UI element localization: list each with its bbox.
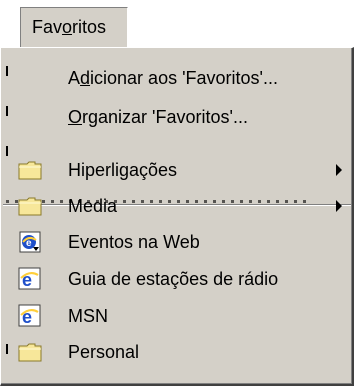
label-part: rganizar 'Favoritos'... xyxy=(82,107,248,127)
organize-favorites-label: Organizar 'Favoritos'... xyxy=(68,99,248,135)
menu-item-media[interactable]: Media xyxy=(1,188,351,224)
menu-item-label: Personal xyxy=(68,342,140,362)
internet-explorer-icon: e xyxy=(18,304,41,327)
label-part: A xyxy=(68,68,81,88)
organize-favorites-item[interactable]: Organizar 'Favoritos'... xyxy=(1,99,351,135)
submenu-arrow-icon xyxy=(336,200,342,212)
internet-explorer-icon: e xyxy=(18,267,41,290)
menu-item-msn[interactable]: e MSN xyxy=(1,298,351,334)
menu-item-label: Media xyxy=(68,196,118,216)
folder-icon xyxy=(18,161,42,180)
menu-item-guia-estacoes-radio[interactable]: e Guia de estações de rádio xyxy=(1,261,351,297)
menu-item-label: MSN xyxy=(68,306,108,326)
menu-item-label: Guia de estações de rádio xyxy=(68,269,279,289)
submenu-arrow-icon xyxy=(336,164,342,176)
folder-icon xyxy=(18,197,42,216)
menubar: Favoritos xyxy=(0,0,358,48)
menu-item-label: Hiperligações xyxy=(68,160,178,180)
accelerator: d xyxy=(80,68,91,88)
menu-item-eventos-na-web[interactable]: e Eventos na Web xyxy=(1,224,351,260)
add-to-favorites-item[interactable]: Adicionar aos 'Favoritos'... xyxy=(1,60,351,96)
favorites-menu-accelerator: o xyxy=(62,17,73,37)
label-part: icionar aos 'Favoritos'... xyxy=(90,68,278,88)
svg-text:e: e xyxy=(26,238,32,249)
internet-shortcut-icon: e xyxy=(19,231,41,253)
menu-item-hiperligacoes[interactable]: Hiperligações xyxy=(1,152,351,188)
favorites-dropdown: Adicionar aos 'Favoritos'... Organizar '… xyxy=(0,47,354,386)
favorites-menu-label-part: Fav xyxy=(32,17,63,37)
menu-item-label: Eventos na Web xyxy=(68,232,200,252)
favorites-menu[interactable]: Favoritos xyxy=(20,7,128,47)
folder-icon xyxy=(18,343,42,362)
menu-item-personal[interactable]: Personal xyxy=(1,334,351,370)
accelerator: O xyxy=(68,107,83,127)
add-to-favorites-label: Adicionar aos 'Favoritos'... xyxy=(68,60,278,96)
favorites-menu-label-part: ritos xyxy=(72,17,107,37)
